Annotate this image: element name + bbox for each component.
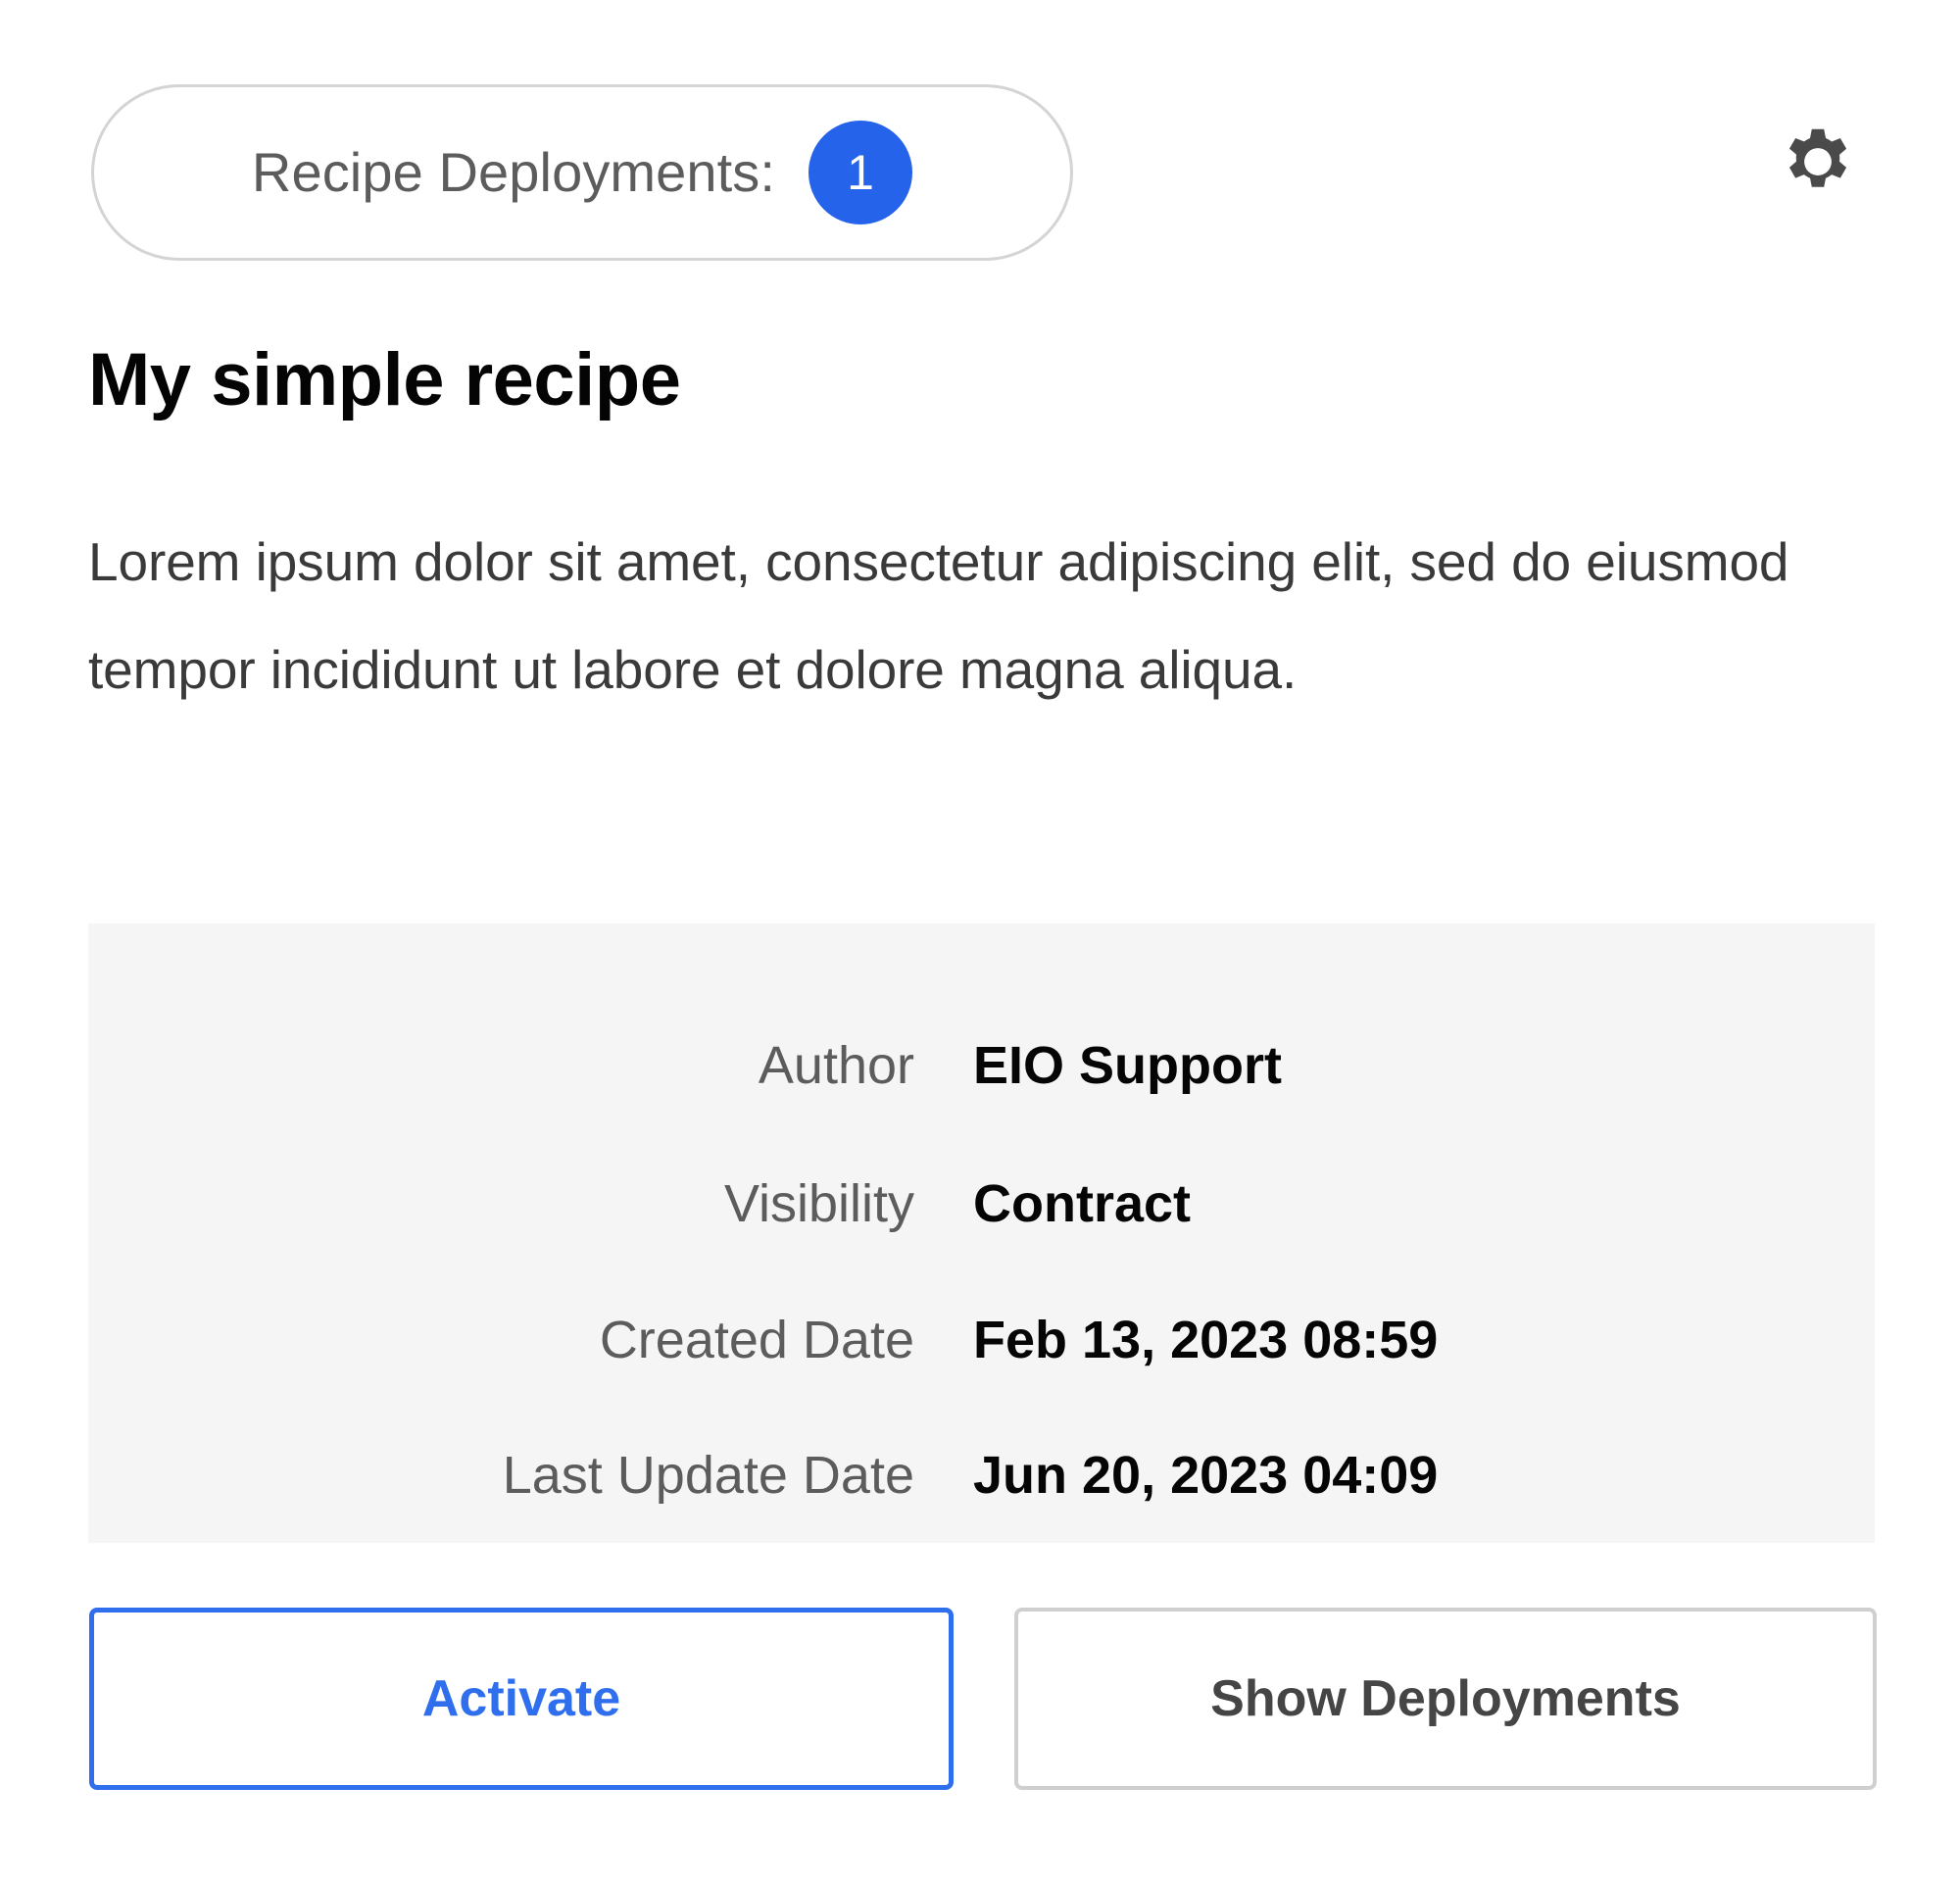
show-deployments-button[interactable]: Show Deployments: [1014, 1608, 1877, 1790]
recipe-deployments-label: Recipe Deployments:: [251, 141, 776, 203]
action-buttons: Activate Show Deployments: [89, 1608, 1877, 1790]
detail-label-last-update-date: Last Update Date: [502, 1445, 914, 1505]
detail-label-created-date: Created Date: [599, 1310, 914, 1369]
page-title: My simple recipe: [88, 338, 681, 422]
gear-icon[interactable]: [1769, 120, 1867, 218]
table-row: Created Date Feb 13, 2023 08:59: [88, 1272, 1875, 1408]
detail-value-visibility: Contract: [973, 1174, 1192, 1234]
detail-value-author: EIO Support: [973, 1035, 1282, 1095]
recipe-deployments-count-badge: 1: [808, 121, 913, 224]
detail-value-created-date: Feb 13, 2023 08:59: [973, 1310, 1439, 1369]
activate-button[interactable]: Activate: [89, 1608, 954, 1790]
table-row: Author EIO Support: [88, 923, 1875, 1136]
detail-label-author: Author: [758, 1035, 914, 1095]
detail-label-visibility: Visibility: [723, 1174, 914, 1234]
card-header: Recipe Deployments: 1: [0, 0, 1960, 294]
recipe-details-panel: Author EIO Support Visibility Contract C…: [88, 923, 1875, 1543]
table-row: Visibility Contract: [88, 1136, 1875, 1271]
recipe-description: Lorem ipsum dolor sit amet, consectetur …: [88, 531, 1789, 700]
recipe-deployments-pill[interactable]: Recipe Deployments: 1: [91, 84, 1073, 261]
table-row: Last Update Date Jun 20, 2023 04:09: [88, 1408, 1875, 1543]
recipe-details-table: Author EIO Support Visibility Contract C…: [88, 923, 1875, 1543]
recipe-card-page: Recipe Deployments: 1 My simple recipe L…: [0, 0, 1960, 1886]
detail-value-last-update-date: Jun 20, 2023 04:09: [973, 1445, 1439, 1505]
